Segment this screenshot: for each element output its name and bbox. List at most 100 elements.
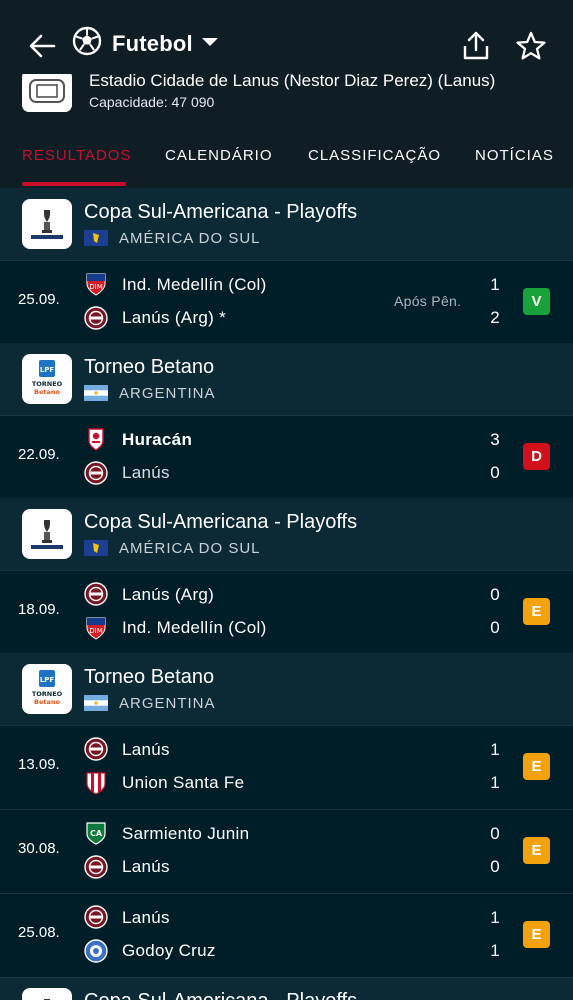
tab-noticias[interactable]: NOTÍCIAS — [475, 147, 554, 164]
stadium-icon — [22, 74, 72, 112]
league-header[interactable]: LPF TORNEO Betano Torneo Betano ARGENTINA — [0, 343, 573, 415]
lpf-torneo-betano-logo: LPF TORNEO Betano — [22, 664, 72, 714]
star-icon[interactable] — [511, 26, 551, 66]
match-date: 22.09. — [18, 446, 60, 463]
lpf-torneo-betano-logo: LPF TORNEO Betano — [22, 354, 72, 404]
home-team: Huracán — [122, 430, 193, 449]
tab-bar: RESULTADOS CALENDÁRIO CLASSIFICAÇÃO NOTÍ… — [0, 122, 573, 188]
away-team: Ind. Medellín (Col) — [122, 618, 267, 637]
league-region: ARGENTINA — [119, 385, 216, 402]
sarmiento-crest-icon: CA — [84, 821, 108, 845]
result-badge-draw: E — [523, 921, 550, 948]
stadium-capacity: Capacidade: 47 090 — [89, 94, 215, 110]
league-name: Torneo Betano — [84, 356, 215, 378]
home-score: 0 — [490, 824, 500, 843]
home-team: Ind. Medellín (Col) — [122, 275, 267, 294]
match-date: 25.09. — [18, 291, 60, 308]
tab-classificacao[interactable]: CLASSIFICAÇÃO — [308, 147, 441, 164]
caret-down-icon — [201, 35, 219, 53]
league-name: Torneo Betano — [84, 666, 215, 688]
result-badge-win: V — [523, 288, 550, 315]
home-score: 0 — [490, 585, 500, 604]
sport-selector[interactable]: Futebol — [72, 26, 219, 61]
home-score: 1 — [490, 908, 500, 927]
home-team: Lanús — [122, 740, 170, 759]
copa-sudamericana-logo — [22, 988, 72, 1000]
away-score: 0 — [490, 463, 500, 482]
south-america-flag-icon — [84, 540, 108, 556]
match-row[interactable]: 25.09. DIM Ind. Medellín (Col) Lanús (Ar… — [0, 260, 573, 343]
divider — [0, 725, 573, 726]
home-score: 1 — [490, 275, 500, 294]
svg-text:DIM: DIM — [89, 627, 103, 635]
league-header[interactable]: Copa Sul-Americana - Playoffs AMÉRICA DO… — [0, 498, 573, 570]
result-badge-draw: E — [523, 837, 550, 864]
divider — [0, 260, 573, 261]
league-region: AMÉRICA DO SUL — [119, 540, 261, 557]
away-team: Godoy Cruz — [122, 941, 216, 960]
home-score: 1 — [490, 740, 500, 759]
league-name: Copa Sul-Americana - Playoffs — [84, 990, 357, 1000]
tab-calendario[interactable]: CALENDÁRIO — [165, 147, 273, 164]
divider — [0, 570, 573, 571]
match-date: 13.09. — [18, 756, 60, 773]
argentina-flag-icon — [84, 385, 108, 401]
home-team: Lanús — [122, 908, 170, 927]
league-header[interactable]: Copa Sul-Americana - Playoffs AMÉRICA DO… — [0, 188, 573, 260]
godoy-cruz-crest-icon — [84, 939, 108, 963]
away-score: 2 — [490, 308, 500, 327]
divider — [0, 893, 573, 894]
sport-title: Futebol — [112, 30, 193, 56]
away-score: 0 — [490, 618, 500, 637]
back-arrow-icon[interactable] — [22, 26, 62, 66]
away-score: 1 — [490, 773, 500, 792]
home-score: 3 — [490, 430, 500, 449]
divider — [0, 415, 573, 416]
match-row[interactable]: 25.08. Lanús Godoy Cruz 1 1 E — [0, 893, 573, 976]
svg-text:LPF: LPF — [40, 676, 55, 684]
argentina-flag-icon — [84, 695, 108, 711]
stadium-name: Estadio Cidade de Lanus (Nestor Diaz Per… — [89, 74, 496, 90]
home-team: Sarmiento Junin — [122, 824, 250, 843]
away-team: Lanús — [122, 463, 170, 482]
share-icon[interactable] — [456, 26, 496, 66]
league-region: AMÉRICA DO SUL — [119, 230, 261, 247]
svg-text:DIM: DIM — [89, 283, 103, 291]
svg-text:Betano: Betano — [34, 698, 60, 706]
league-name: Copa Sul-Americana - Playoffs — [84, 201, 358, 223]
svg-text:CA: CA — [90, 829, 103, 838]
match-row[interactable]: 13.09. Lanús Union Santa Fe 1 1 E — [0, 725, 573, 808]
svg-text:TORNEO: TORNEO — [32, 690, 63, 698]
result-badge-draw: E — [523, 753, 550, 780]
copa-sudamericana-logo — [22, 199, 72, 249]
medellin-crest-icon: DIM — [84, 616, 108, 640]
soccer-ball-icon — [72, 26, 102, 61]
match-date: 30.08. — [18, 840, 60, 857]
medellin-crest-icon: DIM — [84, 272, 108, 296]
match-row[interactable]: 22.09. Huracán Lanús 3 0 D — [0, 415, 573, 498]
away-score: 1 — [490, 941, 500, 960]
svg-text:TORNEO: TORNEO — [32, 380, 63, 388]
league-name: Copa Sul-Americana - Playoffs — [84, 511, 358, 533]
huracan-crest-icon — [84, 427, 108, 451]
league-header[interactable]: Copa Sul-Americana - Playoffs — [0, 977, 573, 1000]
match-note: Após Pên. — [394, 293, 462, 309]
lanus-crest-icon — [84, 461, 108, 485]
lanus-crest-icon — [84, 905, 108, 929]
league-header[interactable]: LPF TORNEO Betano Torneo Betano ARGENTINA — [0, 653, 573, 725]
home-team: Lanús (Arg) — [122, 585, 215, 604]
match-row[interactable]: 30.08. CA Sarmiento Junin Lanús 0 0 E — [0, 809, 573, 892]
lanus-crest-icon — [84, 855, 108, 879]
svg-text:LPF: LPF — [40, 366, 55, 374]
away-team: Lanús — [122, 857, 170, 876]
match-row[interactable]: 18.09. Lanús (Arg) DIM Ind. Medellín (Co… — [0, 570, 573, 653]
svg-text:Betano: Betano — [34, 388, 60, 396]
lanus-crest-icon — [84, 582, 108, 606]
divider — [0, 809, 573, 810]
south-america-flag-icon — [84, 230, 108, 246]
copa-sudamericana-logo — [22, 509, 72, 559]
tab-resultados[interactable]: RESULTADOS — [22, 147, 131, 164]
stadium-info: Estadio Cidade de Lanus (Nestor Diaz Per… — [0, 74, 573, 122]
match-date: 25.08. — [18, 924, 60, 941]
divider — [0, 977, 573, 978]
